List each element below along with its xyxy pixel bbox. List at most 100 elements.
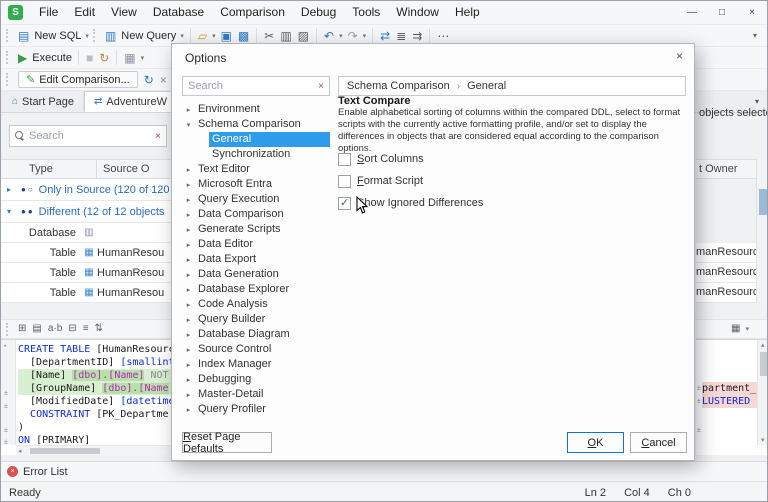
edit-comparison-button[interactable]: ✎ Edit Comparison... [18,71,138,88]
ignore-lines-icon[interactable]: ≡ [80,319,92,339]
error-list-bar[interactable]: Error List [1,461,767,481]
tree-item[interactable]: Synchronization [182,147,330,162]
tree-item[interactable]: ▸ Microsoft Entra [182,177,330,192]
open-file-dropdown-icon[interactable]: ▾ [210,32,218,40]
tree-expander-icon[interactable]: ▸ [182,346,195,354]
redo-dropdown-icon[interactable]: ▾ [361,32,369,40]
scrollbar-thumb[interactable] [760,352,767,376]
column-header-type[interactable]: Type [1,160,97,178]
minimize-button[interactable]: — [677,1,707,24]
tree-item[interactable]: ▸ Text Editor [182,162,330,177]
grid-row[interactable]: Table ▦ HumanResou [1,243,171,263]
word-diff-icon[interactable]: a·b [45,319,65,339]
grid-group-row[interactable]: ▾ ●● Different (12 of 12 objects [1,201,171,223]
ok-button[interactable]: OK [567,432,624,453]
menu-item[interactable]: Comparison [212,1,293,24]
tree-item[interactable]: ▾ Schema Comparison [182,117,330,132]
source-script-editor[interactable]: ▪ ± ± ± ± CREATE TABLE [HumanResourc [De… [1,339,171,455]
menu-item[interactable]: Window [388,1,447,24]
dialog-close-icon[interactable]: × [676,49,683,63]
breadcrumb-category[interactable]: Schema Comparison [347,80,450,92]
new-query-icon[interactable]: ▥ [102,26,119,46]
menu-item[interactable]: Debug [293,1,344,24]
tree-expander-icon[interactable]: ▸ [182,196,195,204]
tree-expander-icon[interactable]: ▸ [182,211,195,219]
new-sql-dropdown-icon[interactable]: ▾ [83,32,91,40]
grid-row-owner-fragment[interactable]: manResources [696,283,757,303]
tree-expander-icon[interactable]: ▸ [182,406,195,414]
tree-expander-icon[interactable]: ▸ [182,331,195,339]
tree-item[interactable]: ▸ Environment [182,102,330,117]
scrollbar-thumb[interactable] [759,189,767,215]
search-clear-icon[interactable]: × [155,131,161,142]
grid-row[interactable]: Database ▥ [1,223,171,243]
execute-button[interactable]: Execute [30,52,74,64]
close-button[interactable]: × [737,1,767,24]
menu-item[interactable]: View [103,1,145,24]
tree-expander-icon[interactable]: ▸ [182,271,195,279]
grid-row-owner-fragment[interactable]: manResources [696,243,757,263]
tree-item[interactable]: ▸ Query Execution [182,192,330,207]
menu-item[interactable]: Edit [66,1,103,24]
tree-item[interactable]: ▸ Code Analysis [182,297,330,312]
tab-overflow-icon[interactable]: ▾ [755,97,759,106]
reset-page-defaults-button[interactable]: Reset Page Defaults [182,431,272,455]
document-tab[interactable]: ⌂ Start Page [3,91,85,112]
options-search-clear-icon[interactable]: × [318,81,324,92]
tree-item[interactable]: ▸ Data Export [182,252,330,267]
results-grid-icon[interactable]: ▦ [121,48,138,68]
tree-expander-icon[interactable]: ▸ [182,361,195,369]
tree-expander-icon[interactable]: ▸ [182,226,195,234]
menu-item[interactable]: Database [145,1,212,24]
execute-options-dropdown-icon[interactable]: ▾ [139,54,147,62]
cancel-button[interactable]: Cancel [630,432,687,453]
grid-row[interactable]: Table ▦ HumanResou [1,263,171,283]
group-expander-icon[interactable]: ▸ [7,185,21,194]
tree-item[interactable]: ▸ Query Builder [182,312,330,327]
stop-icon[interactable]: ■ [83,48,96,68]
checkbox-row[interactable]: Sort Columns [338,148,483,170]
tree-expander-icon[interactable]: ▸ [182,376,195,384]
new-query-dropdown-icon[interactable]: ▾ [178,32,186,40]
scrollbar-thumb[interactable] [30,448,100,454]
tree-item[interactable]: ▸ Index Manager [182,357,330,372]
tree-expander-icon[interactable]: ▸ [182,106,195,114]
tree-expander-icon[interactable]: ▸ [182,286,195,294]
menu-item[interactable]: Tools [344,1,388,24]
new-sql-icon[interactable]: ▤ [15,26,32,46]
menu-item[interactable]: Help [447,1,488,24]
tree-item[interactable]: ▸ Database Diagram [182,327,330,342]
checkbox[interactable] [338,174,351,188]
maximize-button[interactable]: □ [707,1,737,24]
group-expander-icon[interactable]: ▾ [7,207,21,216]
script-view-dropdown-icon[interactable]: ▾ [743,325,751,333]
grid-vertical-scrollbar[interactable] [756,159,767,303]
tree-expander-icon[interactable]: ▸ [182,166,195,174]
new-query-button[interactable]: New Query [119,30,178,42]
diff-map-icon[interactable]: ⊞ [15,319,29,339]
tree-item[interactable]: ▸ Source Control [182,342,330,357]
cancel-comparison-icon[interactable]: × [157,70,170,90]
collapse-regions-icon[interactable]: ⊟ [65,319,79,339]
tree-item[interactable]: ▸ Data Generation [182,267,330,282]
tree-item[interactable]: ▸ Generate Scripts [182,222,330,237]
tree-expander-icon[interactable]: ▸ [182,316,195,324]
scroll-up-icon[interactable]: ▴ [761,341,765,349]
checkbox-row[interactable]: Format Script [338,170,483,192]
scroll-down-icon[interactable]: ▾ [761,436,765,444]
column-header-source[interactable]: Source O [97,160,149,178]
refresh-icon[interactable]: ↻ [96,48,112,68]
target-script-editor[interactable]: ± ± ± partment_ LUSTERED ▴ ▾ [696,339,767,455]
checkbox[interactable] [338,152,351,166]
tree-item[interactable]: ▸ Query Profiler [182,402,330,417]
document-tab[interactable]: ⇄ AdventureW [84,91,177,112]
options-search-input[interactable] [188,80,315,92]
execute-icon[interactable]: ▶ [15,48,30,68]
column-header-owner-fragment[interactable]: t Owner [696,159,757,179]
tree-expander-icon[interactable]: ▸ [182,256,195,264]
new-sql-button[interactable]: New SQL [32,30,83,42]
grid-row-owner-fragment[interactable]: manResources [696,263,757,283]
tree-item[interactable]: ▸ Data Editor [182,237,330,252]
layout-icon[interactable]: ▤ [29,319,44,339]
tree-expander-icon[interactable]: ▸ [182,301,195,309]
